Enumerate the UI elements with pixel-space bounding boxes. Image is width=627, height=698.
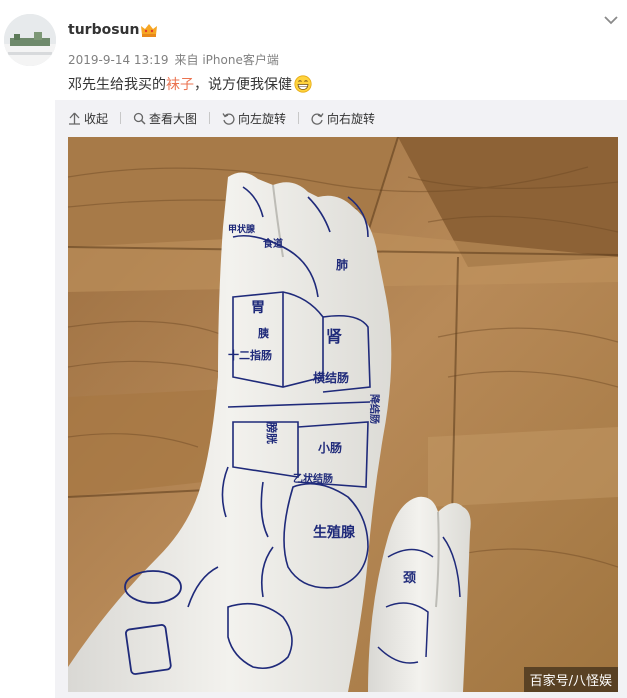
vip-crown-icon[interactable]: [140, 22, 158, 38]
view-large-button[interactable]: 查看大图: [133, 110, 197, 127]
reflexology-socks-image: 胃 胰 十二指肠 肾 横结肠 小肠 膀胱 生殖腺 乙状结肠 食道 甲状腺 肺 降…: [68, 137, 618, 692]
toolbar-divider: [298, 112, 300, 124]
rotate-right-icon: [311, 112, 324, 125]
rotate-left-icon: [222, 112, 235, 125]
search-icon: [133, 112, 146, 125]
sock-label: 横结肠: [313, 370, 349, 385]
post-photo[interactable]: 胃 胰 十二指肠 肾 横结肠 小肠 膀胱 生殖腺 乙状结肠 食道 甲状腺 肺 降…: [68, 137, 618, 692]
toolbar-divider: [120, 112, 122, 124]
collapse-arrow-icon: [69, 112, 80, 125]
topic-link[interactable]: 袜子: [166, 77, 194, 93]
post-meta: 2019-9-14 13:19 来自 iPhone客户端: [68, 51, 285, 68]
sock-label: 胰: [257, 326, 269, 340]
toolbar-divider: [209, 112, 211, 124]
sock-label: 膀胱: [265, 421, 279, 444]
watermark: 百家号/八怪娱: [523, 667, 618, 692]
post-text: 邓先生给我买的袜子，说方便我保健: [68, 74, 312, 94]
sock-label: 乙状结肠: [293, 472, 333, 485]
post-timestamp[interactable]: 2019-9-14 13:19: [68, 53, 169, 67]
collapse-label: 收起: [84, 111, 109, 126]
rotate-left-label: 向左旋转: [238, 111, 287, 126]
rotate-right-button[interactable]: 向右旋转: [311, 110, 375, 127]
sock-label: 十二指肠: [228, 348, 272, 362]
view-large-label: 查看大图: [149, 111, 198, 126]
collapse-button[interactable]: 收起: [68, 110, 108, 127]
sock-label: 胃: [251, 300, 265, 316]
sock-label: 肺: [336, 257, 348, 272]
grin-emoji-icon: [294, 75, 312, 93]
username[interactable]: turbosun: [68, 22, 139, 38]
image-toolbar: 收起 查看大图 向左旋转 向右旋转: [68, 108, 387, 128]
sock-label: 食道: [262, 237, 283, 250]
media-box: 收起 查看大图 向左旋转 向右旋转 胃 胰 十二指肠 肾 横结肠 小肠 膀胱 生…: [55, 100, 627, 698]
post-text-before: 邓先生给我买的: [68, 77, 166, 93]
sock-label: 降结肠: [368, 394, 381, 424]
rotate-right-label: 向右旋转: [327, 111, 376, 126]
sock-label: 甲状腺: [228, 223, 256, 235]
post-text-after: ，说方便我保健: [194, 77, 292, 93]
sock-label: 颈: [403, 571, 416, 586]
sock-label: 小肠: [318, 440, 342, 455]
post-source: 来自 iPhone客户端: [174, 53, 279, 67]
sock-label: 生殖腺: [313, 524, 356, 541]
rotate-left-button[interactable]: 向左旋转: [222, 110, 286, 127]
sock-label: 肾: [326, 327, 342, 346]
chevron-down-icon[interactable]: [603, 14, 619, 26]
avatar[interactable]: [4, 14, 56, 66]
post-header: turbosun 2019-9-14 13:19 来自 iPhone客户端 邓先生…: [0, 0, 627, 100]
